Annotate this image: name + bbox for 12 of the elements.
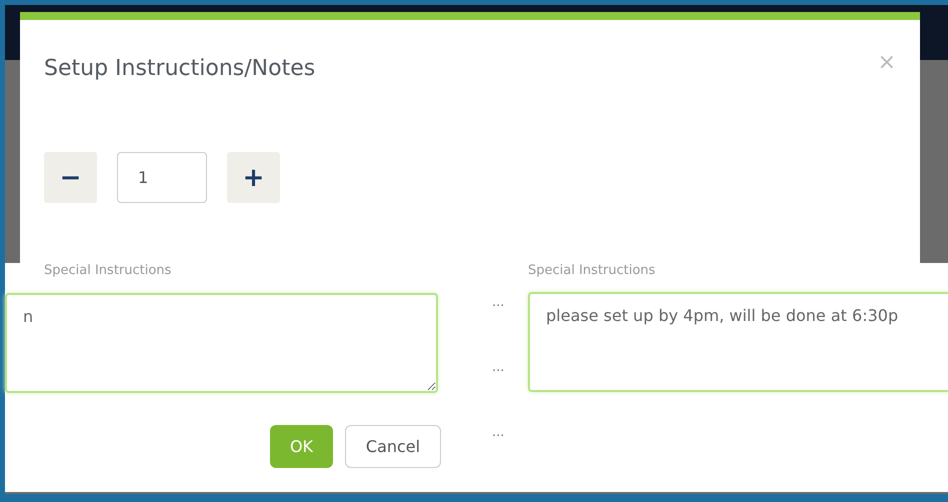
cancel-button[interactable]: Cancel bbox=[345, 425, 441, 468]
quantity-field[interactable]: 1 bbox=[117, 152, 207, 203]
instructions-field[interactable]: n bbox=[5, 293, 438, 393]
decrement-button[interactable]: − bbox=[44, 152, 97, 203]
ellipsis-mark: ... bbox=[492, 424, 504, 442]
ellipsis-mark: ... bbox=[492, 359, 504, 377]
dialog-title: Setup Instructions/Notes bbox=[44, 56, 316, 82]
field-label: Special Instructions bbox=[528, 262, 656, 280]
field-label: Special Instructions bbox=[44, 262, 172, 280]
notes-field[interactable]: please set up by 4pm, will be done at 6:30p bbox=[528, 292, 948, 392]
ellipsis-mark: ... bbox=[492, 294, 504, 312]
increment-button[interactable]: + bbox=[227, 152, 280, 203]
